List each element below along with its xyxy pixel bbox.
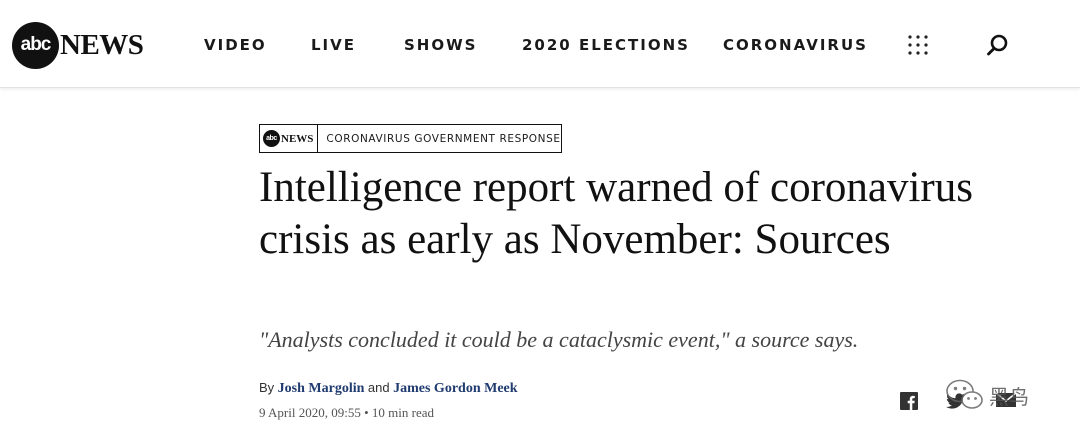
nav-2020-elections[interactable]: 2020 ELECTIONS: [522, 36, 690, 54]
section-tag[interactable]: abc NEWS CORONAVIRUS GOVERNMENT RESPONSE: [259, 124, 562, 153]
abc-logo-circle: abc: [12, 21, 59, 69]
site-header: abc NEWS VIDEO LIVE SHOWS 2020 ELECTIONS…: [0, 0, 1080, 88]
section-abc-news-logo: abc NEWS: [260, 125, 319, 152]
nav-live[interactable]: LIVE: [311, 36, 356, 54]
meta-separator: •: [364, 405, 369, 420]
wechat-icon: [946, 379, 983, 409]
wechat-watermark: 黑鸟: [945, 378, 1029, 412]
abc-news-logo[interactable]: abc NEWS: [12, 21, 144, 69]
read-time: 10 min read: [371, 405, 434, 420]
nav-shows[interactable]: SHOWS: [404, 36, 477, 54]
article-headline: Intelligence report warned of coronaviru…: [259, 164, 973, 263]
article-meta: 9 April 2020, 09:55 • 10 min read: [259, 405, 434, 421]
grid-dots-icon[interactable]: [906, 33, 930, 57]
section-abc-circle: abc: [263, 130, 280, 147]
byline: By Josh Margolin and James Gordon Meek: [259, 380, 518, 397]
watermark-text: 黑鸟: [989, 384, 1029, 409]
news-logo-text: NEWS: [60, 28, 144, 61]
section-abc-text: abc: [266, 135, 277, 142]
article-subheadline: "Analysts concluded it could be a catacl…: [259, 327, 859, 352]
author-link-2[interactable]: James Gordon Meek: [393, 381, 517, 396]
section-news-text: NEWS: [281, 132, 314, 145]
nav-video[interactable]: VIDEO: [204, 36, 267, 54]
nav-coronavirus[interactable]: CORONAVIRUS: [723, 36, 868, 54]
abc-logo-text: abc: [20, 34, 52, 55]
author-link-1[interactable]: Josh Margolin: [278, 381, 365, 396]
search-icon[interactable]: [986, 33, 1010, 57]
section-label: CORONAVIRUS GOVERNMENT RESPONSE: [326, 132, 561, 145]
publish-date: 9 April 2020, 09:55: [259, 405, 361, 420]
byline-by: By: [259, 380, 275, 395]
facebook-icon[interactable]: [900, 392, 920, 412]
byline-and: and: [367, 380, 390, 395]
